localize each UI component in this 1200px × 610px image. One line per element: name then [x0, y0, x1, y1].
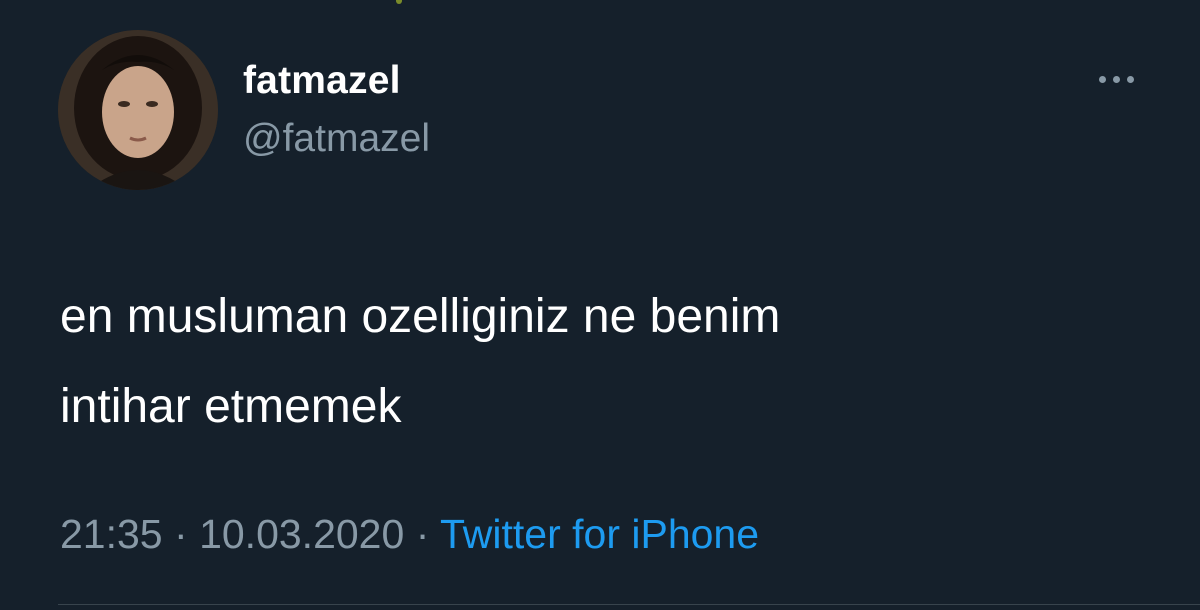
avatar[interactable] [58, 30, 218, 190]
handle[interactable]: @fatmazel [243, 117, 430, 161]
more-horizontal-icon [1098, 75, 1106, 83]
more-options-button[interactable] [1092, 66, 1140, 92]
more-horizontal-icon [1126, 75, 1134, 83]
tweet-meta: 21:35 · 10.03.2020 · Twitter for iPhone [60, 511, 759, 558]
tweet-time[interactable]: 21:35 [60, 511, 163, 557]
tweet-card: fatmazel @fatmazel en musluman ozelligin… [0, 0, 1200, 610]
tweet-text: en musluman ozelliginiz ne benim intihar… [60, 272, 1140, 452]
display-name[interactable]: fatmazel [243, 59, 401, 103]
tweet-date[interactable]: 10.03.2020 [199, 511, 404, 557]
profile-photo-icon [58, 30, 218, 190]
meta-separator: · [415, 511, 430, 557]
tweet-text-line: intihar etmemek [60, 380, 402, 433]
divider [58, 604, 1200, 605]
tweet-text-line: en musluman ozelliginiz ne benim [60, 290, 781, 343]
more-horizontal-icon [1112, 75, 1120, 83]
tweet-source-link[interactable]: Twitter for iPhone [440, 511, 759, 557]
meta-separator: · [174, 511, 188, 557]
top-accent [396, 0, 402, 4]
